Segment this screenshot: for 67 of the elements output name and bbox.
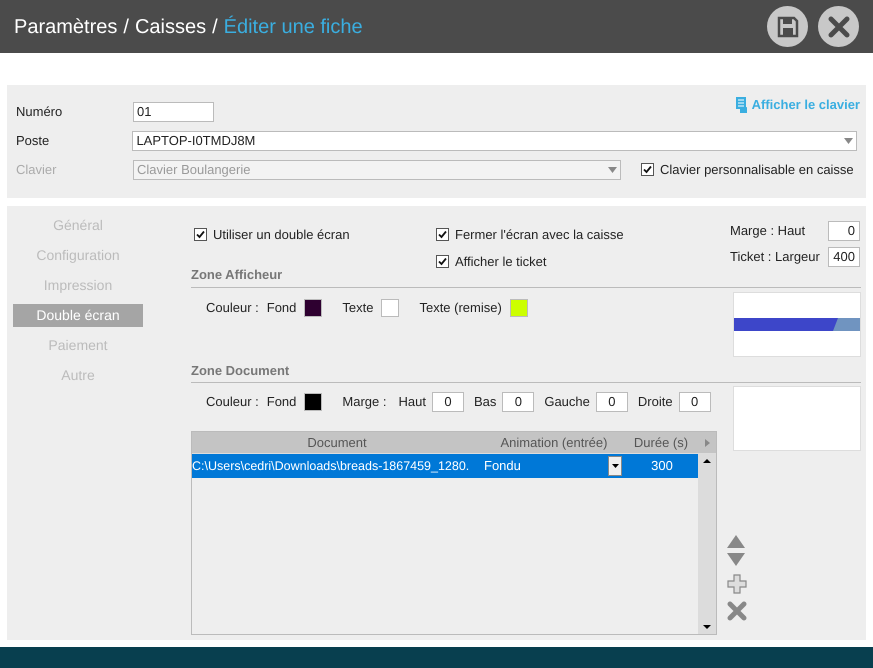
number-field[interactable]: 01 [133, 102, 214, 122]
scroll-down-icon[interactable] [703, 625, 711, 629]
swatch-label: Texte [342, 298, 374, 317]
field-label: Poste [16, 132, 50, 150]
table-cell-text: Fondu [484, 457, 522, 476]
close-button[interactable] [818, 6, 859, 47]
checkbox-label: Fermer l'écran avec la caisse [455, 226, 624, 244]
number-field[interactable]: 0 [502, 392, 534, 412]
up-triangle-icon [727, 535, 745, 549]
field-label: Ticket : Largeur [730, 248, 820, 266]
select-field: Clavier Boulangerie [133, 160, 621, 180]
section-title: Zone Afficheur [191, 266, 282, 284]
swatch-label: Fond [266, 298, 296, 317]
checkbox[interactable] [436, 255, 449, 268]
table-cell-text: C:\Users\cedri\Downloads\breads-1867459_1280. [192, 458, 470, 475]
save-button[interactable] [767, 6, 808, 47]
swatch-label: Fond [266, 393, 296, 412]
checkbox[interactable] [641, 163, 654, 176]
color-swatch[interactable] [304, 393, 322, 411]
number-field[interactable]: 0 [828, 221, 860, 241]
move-down-button[interactable] [727, 553, 745, 567]
field-label: Numéro [16, 102, 64, 121]
number-field[interactable]: 400 [828, 247, 860, 267]
down-triangle-icon [727, 553, 745, 567]
add-button[interactable] [727, 574, 747, 594]
color-swatch[interactable] [381, 298, 400, 316]
checkbox-label: Utiliser un double écran [213, 226, 350, 244]
dropdown-arrow-icon[interactable] [844, 138, 853, 144]
breadcrumb-separator: / [212, 14, 218, 40]
field-label: Gauche [544, 393, 590, 412]
number-field[interactable]: 0 [678, 392, 711, 412]
field-label: Marge : Haut [730, 222, 806, 240]
section-title: Zone Document [191, 362, 290, 380]
move-up-button[interactable] [727, 535, 745, 549]
breadcrumb-item: Éditer une fiche [224, 14, 363, 40]
keyboard-icon [736, 96, 748, 113]
caret-icon [612, 464, 618, 468]
checkbox[interactable] [194, 228, 207, 241]
field-label: Droite [638, 393, 673, 412]
cross-icon [727, 601, 747, 621]
color-swatch[interactable] [510, 298, 528, 316]
scroll-up-icon[interactable] [703, 459, 711, 463]
swatch-label: Texte (remise) [419, 298, 502, 317]
checkbox-label: Afficher le ticket [455, 252, 547, 271]
close-icon [828, 16, 850, 38]
color-label: Couleur : [206, 298, 259, 317]
select-field[interactable]: LAPTOP-I0TMDJ8M [132, 130, 857, 150]
checkbox[interactable] [436, 228, 449, 241]
field-label: Haut [398, 393, 426, 412]
vertical-scrollbar[interactable] [698, 454, 716, 634]
color-label: Couleur : [206, 393, 259, 412]
breadcrumb-separator: / [123, 14, 129, 40]
color-swatch[interactable] [304, 298, 322, 316]
margin-label: Marge : [342, 393, 386, 412]
delete-button[interactable] [727, 601, 747, 621]
table-cell-text: 300 [650, 457, 674, 476]
dropdown-button[interactable] [608, 456, 622, 476]
field-label: Bas [474, 393, 496, 412]
checkbox-label: Clavier personnalisable en caisse [660, 160, 854, 179]
breadcrumb-item[interactable]: Caisses [134, 12, 206, 42]
breadcrumb-item[interactable]: Paramètres [14, 12, 118, 42]
number-field[interactable]: 0 [432, 392, 464, 412]
table-row[interactable]: C:\Users\cedri\Downloads\breads-1867459_1280. Fondu 300 [192, 454, 698, 478]
plus-icon [727, 574, 747, 594]
field-label: Clavier [16, 160, 58, 179]
sidebar-item[interactable]: Double écran [13, 304, 143, 327]
number-field[interactable]: 0 [596, 392, 628, 412]
